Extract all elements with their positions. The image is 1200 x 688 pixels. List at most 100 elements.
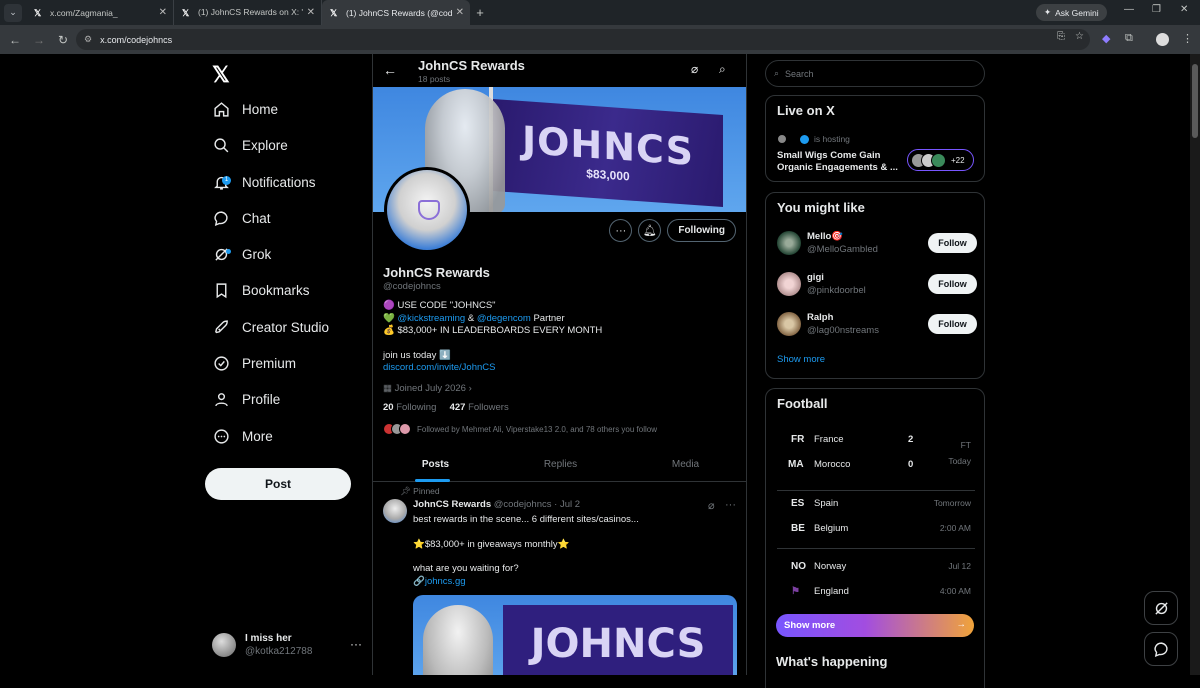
tweet-date[interactable]: Jul 2 [560, 499, 580, 510]
reload-icon[interactable]: ↻ [54, 33, 72, 47]
nav-bookmarks[interactable]: Bookmarks [212, 275, 310, 305]
tab-title: x.com/Zagmania_ [50, 7, 118, 18]
suggestion-handle: @lag00nstreams [807, 325, 879, 336]
grok-icon[interactable]: ⌀ [691, 62, 698, 76]
space-title[interactable]: Small Wigs Come Gain Organic Engagements… [777, 150, 902, 174]
url-omnibox[interactable]: ⚙ x.com/codejohncs ⎘ ☆ [76, 29, 1090, 50]
extensions-puzzle-icon[interactable]: ⧉ [1125, 32, 1133, 45]
followers-label: Followers [468, 402, 509, 413]
nav-explore[interactable]: Explore [212, 130, 288, 160]
nav-home[interactable]: Home [212, 94, 278, 124]
new-tab-button[interactable]: + [470, 5, 490, 20]
followers-count-link[interactable]: 427 Followers [450, 402, 509, 413]
bio-line: 🟣 USE CODE "JOHNCS" [383, 300, 496, 311]
discord-link[interactable]: discord.com/invite/JohnCS [383, 362, 733, 375]
follow-button[interactable]: Follow [928, 314, 977, 334]
grok-icon[interactable]: ⌀ [708, 499, 715, 512]
search-input[interactable]: ⌕ Search [765, 60, 985, 87]
mention-link[interactable]: @kickstreaming [397, 313, 465, 324]
nav-notifications[interactable]: 1 Notifications [212, 167, 316, 197]
extension-icon[interactable]: ◆ [1102, 32, 1110, 45]
avatar [212, 633, 236, 657]
tab-close-icon[interactable]: ✕ [159, 7, 167, 18]
search-icon[interactable]: ⌕ [719, 62, 726, 77]
team-score: 2 [908, 434, 914, 445]
team-name: Morocco [814, 459, 851, 470]
football-show-more-button[interactable]: Show more → [776, 614, 974, 637]
account-switcher[interactable]: I miss her @kotka212788 ··· [212, 631, 362, 661]
messages-floating-button[interactable] [1144, 632, 1178, 666]
grok-floating-button[interactable] [1144, 591, 1178, 625]
search-icon [212, 136, 230, 154]
close-window-icon[interactable]: ✕ [1180, 4, 1188, 15]
tweet-author-handle[interactable]: @codejohncs [494, 499, 552, 510]
nav-chat[interactable]: Chat [212, 203, 271, 233]
tab-media[interactable]: Media [623, 450, 746, 481]
england-flag-icon: ⚑ [791, 586, 800, 597]
followed-by[interactable]: Followed by Mehmet Ali, Viperstake13 2.0… [383, 423, 657, 435]
suggestion-handle: @pinkdoorbel [807, 285, 866, 296]
browser-tab-2[interactable]: 𝕏 (1) JohnCS Rewards on X: "💸 $ ✕ [174, 0, 322, 25]
back-arrow-icon[interactable]: ← [6, 33, 24, 47]
suggestion-row[interactable]: Ralph @lag00nstreams Follow [777, 310, 977, 338]
show-more-link[interactable]: Show more [777, 354, 825, 365]
browser-tab-1[interactable]: 𝕏 x.com/Zagmania_ ✕ [26, 0, 174, 25]
nav-premium[interactable]: Premium [212, 348, 296, 378]
match-day: Tomorrow [933, 498, 971, 508]
tab-close-icon[interactable]: ✕ [456, 7, 464, 18]
bookmark-star-icon[interactable]: ☆ [1075, 31, 1084, 42]
avatar[interactable] [383, 499, 407, 523]
tweet-body: best rewards in the scene... 6 different… [413, 514, 738, 588]
profile-top-bar: ← JohnCS Rewards 18 posts ⌀ ⌕ [373, 54, 746, 87]
following-button[interactable]: Following [667, 219, 736, 242]
team-name: England [814, 586, 849, 597]
nav-more[interactable]: More [212, 421, 273, 451]
following-count-link[interactable]: 20 Following [383, 402, 436, 413]
bio-emoji: 💚 [383, 312, 398, 324]
more-dots-icon[interactable]: ··· [350, 637, 362, 651]
left-navigation: 𝕏 Home Explore 1 Notifications Chat Grok… [200, 54, 372, 675]
joined-date[interactable]: ▦ Joined July 2026 › [383, 383, 472, 394]
page-scrollbar[interactable] [1190, 54, 1200, 675]
more-options-button[interactable]: ··· [609, 219, 633, 242]
tweet-image[interactable]: JOHNCS [413, 595, 737, 675]
following-label: Following [396, 402, 437, 413]
tab-posts[interactable]: Posts [373, 450, 498, 482]
post-button[interactable]: Post [205, 468, 351, 500]
x-logo-icon[interactable]: 𝕏 [212, 62, 230, 88]
suggestion-row[interactable]: Mello🎯 @MelloGambled Follow [777, 229, 977, 257]
suggestion-row[interactable]: gigi @pinkdoorbel Follow [777, 270, 977, 298]
follow-button[interactable]: Follow [928, 274, 977, 294]
tab-search-menu-button[interactable]: ⌄ [4, 3, 22, 22]
install-app-icon[interactable]: ⎘ [1057, 31, 1065, 42]
notify-bell-button[interactable]: 🔔︎ [638, 219, 662, 242]
browser-tab-3-active[interactable]: 𝕏 (1) JohnCS Rewards (@codejoh ✕ [322, 0, 470, 25]
banner-amount: $83,000 [586, 166, 630, 184]
site-info-icon[interactable]: ⚙ [84, 34, 92, 45]
ask-gemini-button[interactable]: ✦ Ask Gemini [1036, 4, 1107, 21]
follow-button[interactable]: Follow [928, 233, 977, 253]
space-listeners-pill[interactable]: +22 [907, 149, 974, 171]
forward-arrow-icon[interactable]: → [30, 33, 48, 47]
profile-avatar-icon[interactable] [1156, 33, 1169, 46]
nav-profile[interactable]: Profile [212, 384, 280, 414]
browser-menu-icon[interactable]: ⋮ [1182, 32, 1193, 45]
bio-line: 💰 $83,000+ IN LEADERBOARDS EVERY MONTH [383, 325, 603, 336]
nav-grok[interactable]: Grok [212, 239, 271, 269]
profile-avatar[interactable] [384, 167, 470, 253]
minimize-icon[interactable]: — [1124, 4, 1134, 15]
back-arrow-icon[interactable]: ← [383, 62, 397, 78]
maximize-icon[interactable]: ❐ [1152, 4, 1161, 15]
tab-close-icon[interactable]: ✕ [307, 7, 315, 18]
banner-flag: JOHNCS $83,000 [493, 98, 723, 208]
nav-creator-studio[interactable]: Creator Studio [212, 312, 329, 342]
tweet-link[interactable]: johncs.gg [425, 576, 466, 587]
tab-replies[interactable]: Replies [498, 450, 623, 481]
gemini-icon: ✦ [1044, 7, 1052, 17]
tweet-author-name[interactable]: JohnCS Rewards [413, 499, 491, 510]
more-dots-icon[interactable]: ··· [725, 499, 736, 511]
tweet-spacer [413, 551, 738, 563]
image-flag: JOHNCS [503, 605, 733, 675]
scrollbar-thumb[interactable] [1192, 64, 1198, 138]
mention-link[interactable]: @degencom [477, 313, 531, 324]
